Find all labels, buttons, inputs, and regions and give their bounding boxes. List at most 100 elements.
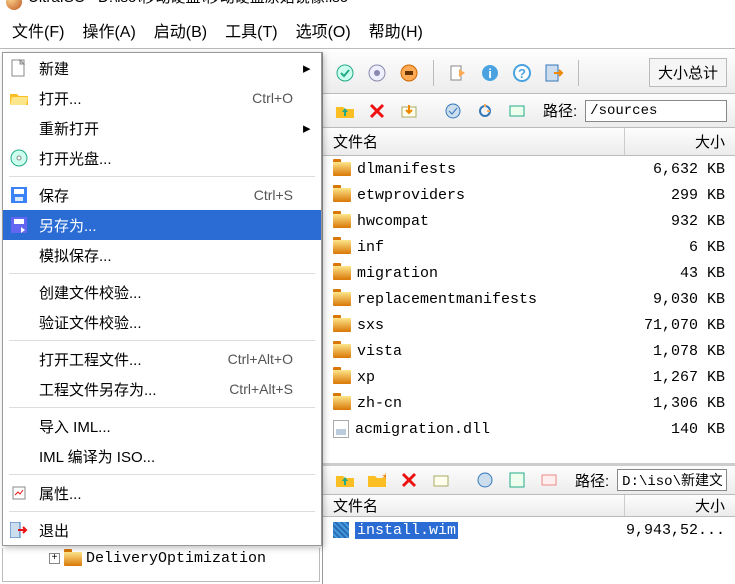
path2-btn-up[interactable] <box>331 466 359 494</box>
column-header-name[interactable]: 文件名 <box>323 495 625 516</box>
file-pane-top: 文件名 大小 dlmanifests 6,632 KB etwproviders 29… <box>323 128 735 466</box>
svg-text:?: ? <box>518 66 526 81</box>
tree-item[interactable]: + DeliveryOptimization <box>3 548 319 569</box>
save-icon <box>9 185 29 205</box>
exit-icon <box>9 520 29 540</box>
bottom-pane: ✶ 路径: 文件名 大小 install.wim9,943,52... <box>323 466 735 584</box>
file-row[interactable]: zh-cn 1,306 KB <box>323 390 735 416</box>
path-btn-c[interactable] <box>503 97 531 125</box>
menu-item-create-checksum[interactable]: 创建文件校验... <box>3 277 321 307</box>
folder-icon <box>333 240 351 254</box>
file-row[interactable]: inf6 KB <box>323 234 735 260</box>
file-name: migration <box>357 265 609 282</box>
file-name: dlmanifests <box>357 161 609 178</box>
menu-item-save-project-as[interactable]: 工程文件另存为...Ctrl+Alt+S <box>3 374 321 404</box>
toolbar-btn-4[interactable] <box>444 59 472 87</box>
toolbar-btn-3[interactable] <box>395 59 423 87</box>
menu-separator <box>9 176 315 177</box>
menu-item-import-iml[interactable]: 导入 IML... <box>3 411 321 441</box>
right-panel: i ? 大小总计 路径: 文件名 大小 dlmanifests6,632 KBe… <box>322 52 735 584</box>
path-input-bottom[interactable] <box>617 469 727 491</box>
file-list-top[interactable]: dlmanifests 6,632 KB etwproviders 299 KB hwc… <box>323 156 735 463</box>
path-btn-a[interactable] <box>439 97 467 125</box>
wim-file-icon <box>333 522 349 538</box>
file-name: zh-cn <box>357 395 609 412</box>
menubar: 文件(F) 操作(A) 启动(B) 工具(T) 选项(O) 帮助(H) <box>0 12 735 49</box>
menu-item-compile-iml[interactable]: IML 编译为 ISO... <box>3 441 321 471</box>
file-row[interactable]: xp 1,267 KB <box>323 364 735 390</box>
menu-separator <box>9 273 315 274</box>
menu-item-properties[interactable]: 属性... <box>3 478 321 508</box>
title-text: UltraISO D:\iso\移动硬盘\移动硬盘原始镜像.iso <box>28 0 348 12</box>
toolbar-btn-1[interactable] <box>331 59 359 87</box>
file-size: 9,030 KB <box>615 291 725 308</box>
folder-icon <box>333 162 351 176</box>
toolbar-info-icon[interactable]: i <box>476 59 504 87</box>
path-toolbar-bottom: ✶ 路径: <box>323 466 735 495</box>
file-row[interactable]: etwproviders 299 KB <box>323 182 735 208</box>
path2-btn-new[interactable]: ✶ <box>363 466 391 494</box>
file-name: xp <box>357 369 609 386</box>
path-btn-up[interactable] <box>331 97 359 125</box>
toolbar-btn-2[interactable] <box>363 59 391 87</box>
open-folder-icon <box>9 88 29 108</box>
file-size: 299 KB <box>615 187 725 204</box>
path2-btn-extract[interactable] <box>427 466 455 494</box>
svg-text:i: i <box>488 66 492 81</box>
file-size: 1,267 KB <box>615 369 725 386</box>
file-row[interactable]: migration43 KB <box>323 260 735 286</box>
file-row[interactable]: sxs71,070 KB <box>323 312 735 338</box>
column-header-name[interactable]: 文件名 <box>323 128 625 155</box>
file-size: 932 KB <box>615 213 725 230</box>
menu-item-open-cd[interactable]: 打开光盘... <box>3 143 321 173</box>
menu-item-save-as[interactable]: 另存为... <box>3 210 321 240</box>
path-btn-extract[interactable] <box>395 97 423 125</box>
tree-panel: + DeliveryOptimization <box>2 548 320 582</box>
path2-btn-b[interactable] <box>503 466 531 494</box>
menu-boot[interactable]: 启动(B) <box>154 18 207 42</box>
title-bar: UltraISO D:\iso\移动硬盘\移动硬盘原始镜像.iso <box>0 0 735 12</box>
file-row[interactable]: hwcompat932 KB <box>323 208 735 234</box>
file-name: sxs <box>357 317 609 334</box>
file-size: 6,632 KB <box>615 161 725 178</box>
menu-tools[interactable]: 工具(T) <box>225 18 277 42</box>
toolbar-btn-7[interactable] <box>540 59 568 87</box>
path-btn-b[interactable] <box>471 97 499 125</box>
path-input-top[interactable] <box>585 100 727 122</box>
menu-item-save[interactable]: 保存Ctrl+S <box>3 180 321 210</box>
menu-action[interactable]: 操作(A) <box>82 18 135 42</box>
file-name: replacementmanifests <box>357 291 609 308</box>
tree-expand-icon[interactable]: + <box>49 553 60 564</box>
path2-btn-c[interactable] <box>535 466 563 494</box>
file-size: 1,306 KB <box>615 395 725 412</box>
file-row[interactable]: dlmanifests 6,632 KB <box>323 156 735 182</box>
toolbar-help-icon[interactable]: ? <box>508 59 536 87</box>
file-row[interactable]: acmigration.dll140 KB <box>323 416 735 442</box>
menu-item-exit[interactable]: 退出 <box>3 515 321 545</box>
file-name: inf <box>357 239 609 256</box>
menu-item-open-project[interactable]: 打开工程文件...Ctrl+Alt+O <box>3 344 321 374</box>
app-icon <box>6 0 22 10</box>
file-list-bottom[interactable]: install.wim9,943,52... <box>323 517 735 584</box>
path2-btn-a[interactable] <box>471 466 499 494</box>
menu-options[interactable]: 选项(O) <box>296 18 351 42</box>
path2-btn-delete[interactable] <box>395 466 423 494</box>
menu-item-new[interactable]: 新建▸ <box>3 53 321 83</box>
path-btn-delete[interactable] <box>363 97 391 125</box>
menu-item-open[interactable]: 打开...Ctrl+O <box>3 83 321 113</box>
folder-icon <box>333 370 351 384</box>
column-header-size[interactable]: 大小 <box>625 495 735 516</box>
path-toolbar-top: 路径: <box>323 94 735 128</box>
column-header-size[interactable]: 大小 <box>625 128 735 155</box>
menu-item-reopen[interactable]: 重新打开▸ <box>3 113 321 143</box>
menu-help[interactable]: 帮助(H) <box>369 18 423 42</box>
file-row[interactable]: vista1,078 KB <box>323 338 735 364</box>
file-row[interactable]: replacementmanifests 9,030 KB <box>323 286 735 312</box>
menu-file[interactable]: 文件(F) <box>12 18 64 42</box>
menu-item-sim-save[interactable]: 模拟保存... <box>3 240 321 270</box>
file-name: etwproviders <box>357 187 609 204</box>
file-menu-dropdown: 新建▸ 打开...Ctrl+O 重新打开▸ 打开光盘... 保存Ctrl+S 另… <box>2 52 322 546</box>
file-row[interactable]: install.wim9,943,52... <box>323 517 735 543</box>
folder-icon <box>64 552 82 566</box>
menu-item-verify-checksum[interactable]: 验证文件校验... <box>3 307 321 337</box>
